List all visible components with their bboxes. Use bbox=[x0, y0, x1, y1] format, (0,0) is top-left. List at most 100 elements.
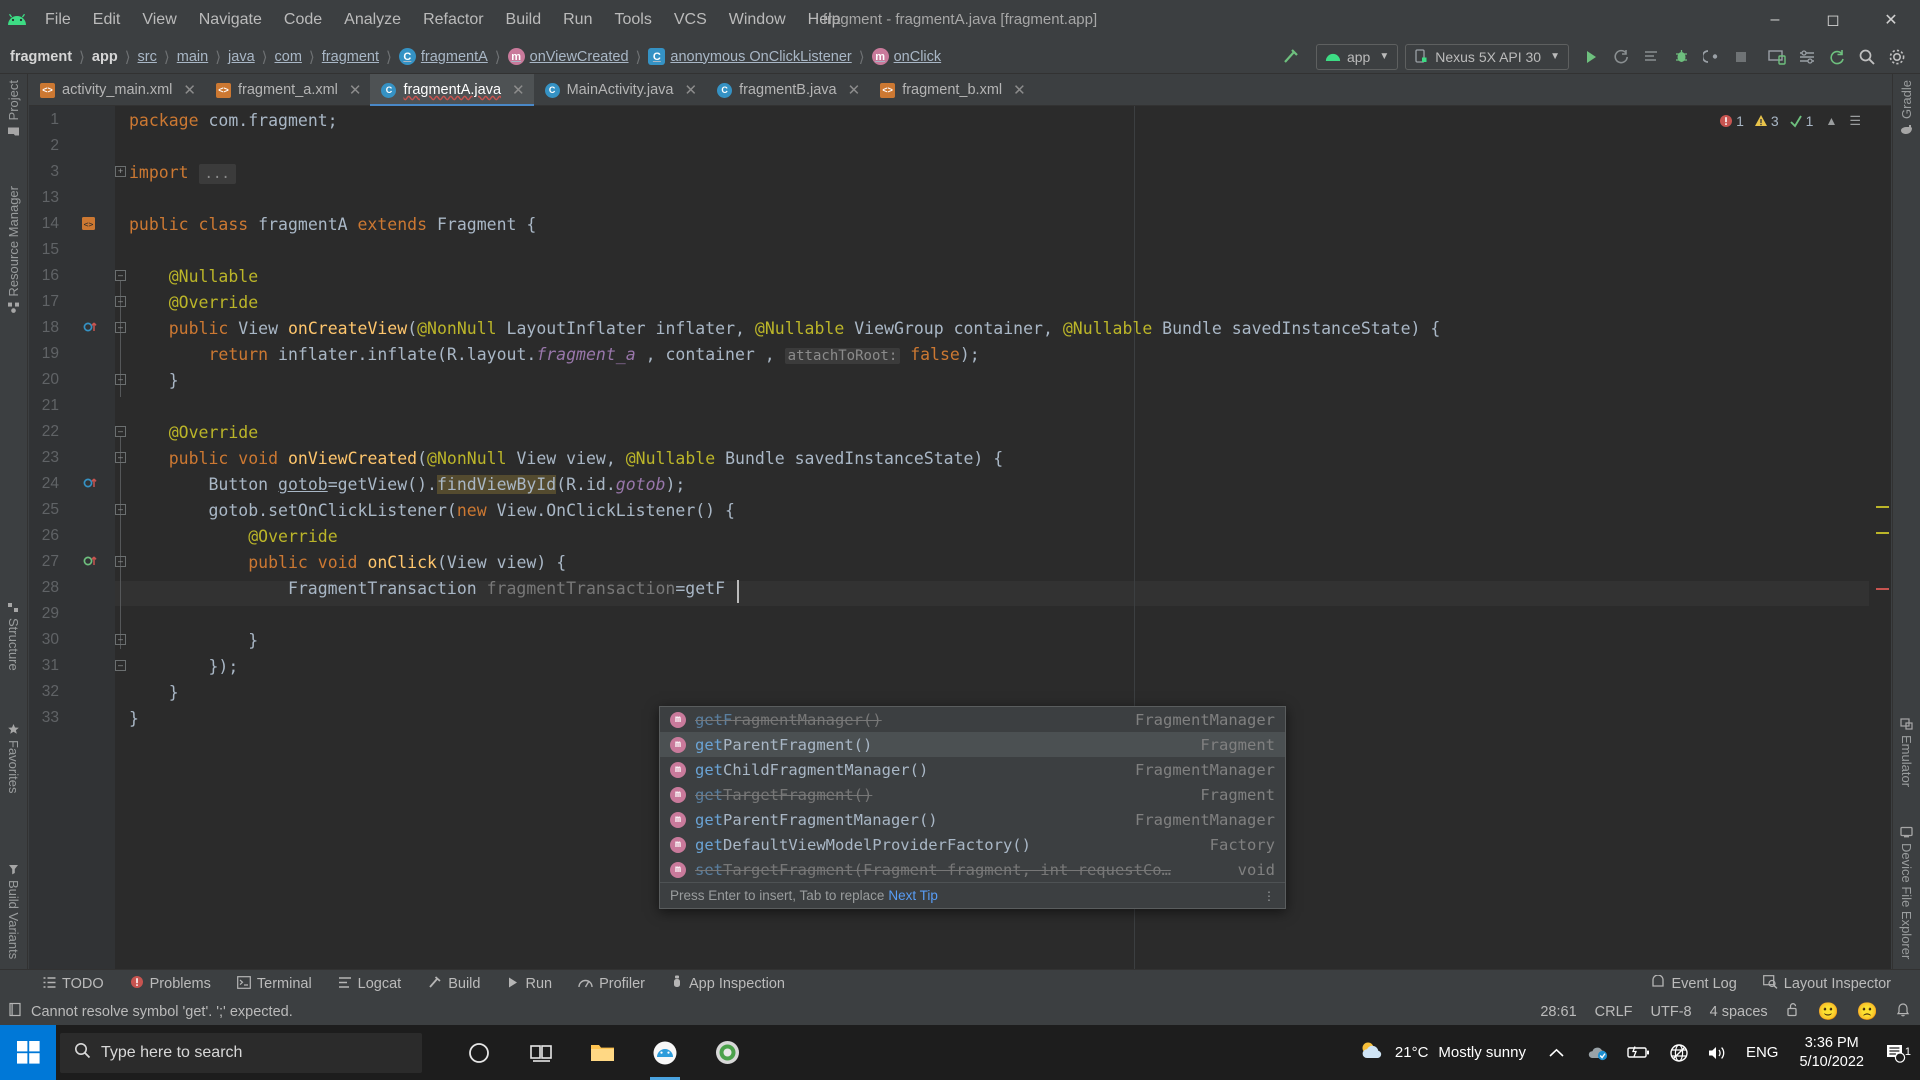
indent-setting[interactable]: 4 spaces bbox=[1710, 1004, 1768, 1020]
completion-item-selected[interactable]: m getParentFragment() Fragment bbox=[660, 732, 1285, 757]
menu-run[interactable]: Run bbox=[552, 0, 603, 40]
menu-help[interactable]: Help bbox=[797, 0, 852, 40]
menu-build[interactable]: Build bbox=[495, 0, 553, 40]
file-explorer-icon[interactable] bbox=[572, 1025, 634, 1080]
override-method-marker-icon[interactable] bbox=[83, 319, 98, 339]
tool-button-problems[interactable]: Problems bbox=[117, 970, 224, 999]
completion-item[interactable]: m getChildFragmentManager() FragmentMana… bbox=[660, 757, 1285, 782]
breadcrumb-com[interactable]: com bbox=[275, 49, 302, 65]
build-hammer-icon[interactable] bbox=[1276, 42, 1306, 72]
network-icon[interactable] bbox=[1660, 1043, 1698, 1063]
fold-collapse-icon[interactable]: – bbox=[115, 374, 126, 385]
error-marker[interactable] bbox=[1876, 588, 1889, 590]
breadcrumb-method-onViewCreated[interactable]: m onViewCreated bbox=[507, 48, 629, 65]
completion-item[interactable]: m getDefaultViewModelProviderFactory() F… bbox=[660, 832, 1285, 857]
code-completion-popup[interactable]: m getFragmentManager() FragmentManager m… bbox=[659, 706, 1286, 909]
minimize-button[interactable]: – bbox=[1746, 0, 1804, 40]
menu-refactor[interactable]: Refactor bbox=[412, 0, 494, 40]
sidebar-item-build-variants[interactable]: Build Variants bbox=[6, 863, 21, 959]
attach-debugger-icon[interactable] bbox=[1696, 42, 1726, 72]
weather-widget[interactable]: 21°C Mostly sunny bbox=[1350, 1040, 1535, 1066]
next-tip-link[interactable]: Next Tip bbox=[888, 888, 938, 903]
tool-button-todo[interactable]: TODO bbox=[30, 970, 117, 999]
inspection-marker-strip[interactable] bbox=[1869, 106, 1891, 969]
fold-collapse-icon[interactable]: – bbox=[115, 556, 126, 567]
completion-item[interactable]: m getFragmentManager() FragmentManager bbox=[660, 707, 1285, 732]
tab-close-icon[interactable]: ✕ bbox=[512, 81, 525, 99]
breadcrumb-java[interactable]: java bbox=[228, 49, 255, 65]
tab-close-icon[interactable]: ✕ bbox=[349, 81, 362, 99]
sidebar-item-device-file-explorer[interactable]: Device File Explorer bbox=[1899, 826, 1914, 959]
menu-code[interactable]: Code bbox=[273, 0, 333, 40]
tool-button-event-log[interactable]: Event Log bbox=[1638, 970, 1749, 999]
show-hidden-icons-chevron-icon[interactable] bbox=[1535, 1048, 1578, 1058]
breadcrumb-main[interactable]: main bbox=[177, 49, 208, 65]
breadcrumb-app[interactable]: app bbox=[92, 49, 118, 65]
breadcrumb-class-fragmentA[interactable]: CfragmentA bbox=[398, 48, 488, 65]
taskbar-search-input[interactable]: Type here to search bbox=[60, 1032, 422, 1073]
fold-collapse-icon[interactable]: – bbox=[115, 322, 126, 333]
tool-button-build[interactable]: Build bbox=[414, 970, 493, 999]
android-studio-icon[interactable] bbox=[634, 1025, 696, 1080]
warning-marker[interactable] bbox=[1876, 532, 1889, 534]
tool-button-layout-inspector[interactable]: Layout Inspector bbox=[1750, 970, 1904, 999]
tab-close-icon[interactable]: ✕ bbox=[1013, 81, 1026, 99]
menu-vcs[interactable]: VCS bbox=[663, 0, 718, 40]
tool-button-run[interactable]: Run bbox=[493, 970, 565, 999]
breadcrumb-package-fragment[interactable]: fragment bbox=[322, 49, 379, 65]
menu-view[interactable]: View bbox=[131, 0, 187, 40]
sidebar-item-structure[interactable]: Structure bbox=[6, 601, 21, 671]
sync-gradle-icon[interactable] bbox=[1822, 42, 1852, 72]
unlocked-padlock-icon[interactable] bbox=[1786, 1002, 1800, 1021]
completion-more-options-icon[interactable]: ⋮ bbox=[1263, 890, 1275, 902]
breadcrumb-anonymous-onclicklistener[interactable]: Canonymous OnClickListener bbox=[648, 48, 852, 65]
tab-close-icon[interactable]: ✕ bbox=[685, 81, 698, 99]
fold-collapse-icon[interactable]: – bbox=[115, 270, 126, 281]
warning-marker[interactable] bbox=[1876, 506, 1889, 508]
tool-button-logcat[interactable]: Logcat bbox=[325, 970, 415, 999]
menu-analyze[interactable]: Analyze bbox=[333, 0, 412, 40]
tool-button-app-inspection[interactable]: App Inspection bbox=[658, 970, 798, 999]
stop-icon[interactable] bbox=[1726, 42, 1756, 72]
notification-center-icon[interactable]: 1 bbox=[1876, 1043, 1916, 1063]
inspection-status-widget[interactable]: 1 3 1 ▲ ☰ bbox=[1719, 113, 1861, 129]
run-icon[interactable] bbox=[1576, 42, 1606, 72]
class-marker-icon[interactable]: <> bbox=[81, 216, 96, 236]
feedback-sad-icon[interactable]: 🙁 bbox=[1857, 1002, 1878, 1022]
start-button[interactable] bbox=[0, 1025, 56, 1080]
tab-fragment-a-xml[interactable]: <> fragment_a.xml ✕ bbox=[205, 74, 371, 106]
line-separator[interactable]: CRLF bbox=[1595, 1004, 1633, 1020]
cortana-icon[interactable] bbox=[448, 1025, 510, 1080]
fold-collapse-icon[interactable]: – bbox=[115, 426, 126, 437]
taskbar-clock[interactable]: 3:36 PM 5/10/2022 bbox=[1787, 1034, 1876, 1070]
completion-item[interactable]: m setTargetFragment(Fragment fragment, i… bbox=[660, 857, 1285, 882]
battery-icon[interactable] bbox=[1618, 1045, 1660, 1060]
apply-code-changes-icon[interactable] bbox=[1636, 42, 1666, 72]
editor-gutter[interactable]: 1 2 3 13 14 15 16 17 18 19 20 21 22 23 2… bbox=[29, 106, 115, 969]
file-encoding[interactable]: UTF-8 bbox=[1651, 1004, 1692, 1020]
tab-fragmentA-java[interactable]: C fragmentA.java ✕ bbox=[370, 74, 534, 106]
onedrive-icon[interactable] bbox=[1578, 1045, 1618, 1061]
override-method-marker-icon[interactable] bbox=[83, 475, 98, 495]
sidebar-item-gradle[interactable]: Gradle bbox=[1899, 80, 1914, 136]
code-editor[interactable]: 1 2 3 13 14 15 16 17 18 19 20 21 22 23 2… bbox=[29, 106, 1891, 969]
status-message-area[interactable]: Cannot resolve symbol 'get'. ';' expecte… bbox=[0, 1002, 293, 1021]
sdk-manager-icon[interactable] bbox=[1792, 42, 1822, 72]
fold-collapse-icon[interactable]: – bbox=[115, 504, 126, 515]
tool-button-terminal[interactable]: Terminal bbox=[224, 970, 325, 999]
menu-edit[interactable]: Edit bbox=[82, 0, 132, 40]
breadcrumb-method-onClick[interactable]: m onClick bbox=[871, 48, 941, 65]
tab-activity-main-xml[interactable]: <> activity_main.xml ✕ bbox=[29, 74, 205, 106]
override-method-marker-icon[interactable] bbox=[83, 553, 98, 573]
sidebar-item-favorites[interactable]: Favorites bbox=[6, 723, 21, 793]
feedback-happy-icon[interactable]: 🙂 bbox=[1818, 1002, 1839, 1022]
completion-item[interactable]: m getTargetFragment() Fragment bbox=[660, 782, 1285, 807]
sidebar-item-resource-manager[interactable]: Resource Manager bbox=[6, 186, 21, 314]
sidebar-item-project[interactable]: Project bbox=[6, 80, 21, 137]
tab-fragmentB-java[interactable]: C fragmentB.java ✕ bbox=[706, 74, 869, 106]
breadcrumb-fragment[interactable]: fragment bbox=[10, 49, 72, 65]
menu-window[interactable]: Window bbox=[718, 0, 797, 40]
search-icon[interactable] bbox=[1852, 42, 1882, 72]
tab-close-icon[interactable]: ✕ bbox=[183, 81, 196, 99]
volume-icon[interactable] bbox=[1698, 1044, 1737, 1062]
